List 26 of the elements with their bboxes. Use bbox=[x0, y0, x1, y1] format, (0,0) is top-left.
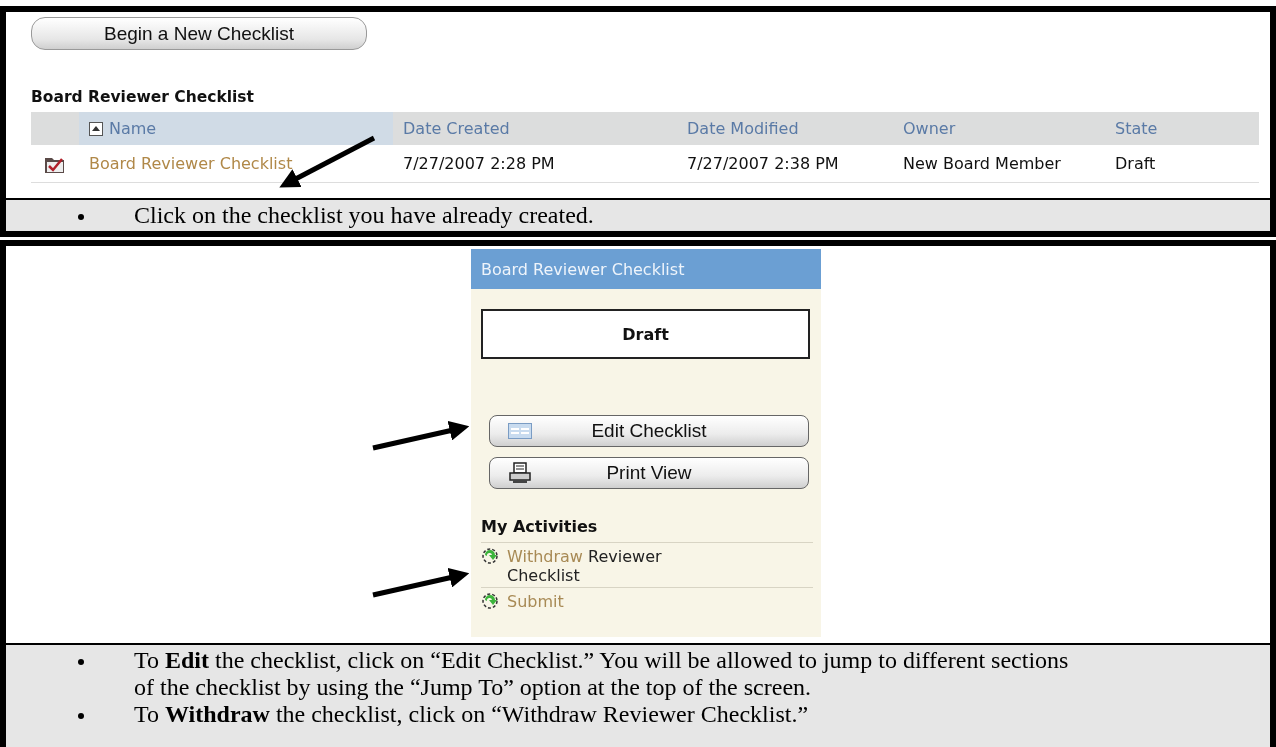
edit-checklist-button[interactable]: Edit Checklist bbox=[489, 415, 809, 447]
table-cell-text: New Board Member bbox=[902, 154, 1062, 173]
table-cell-text: 7/27/2007 2:38 PM bbox=[686, 154, 840, 173]
print-view-button[interactable]: Print View bbox=[489, 457, 809, 489]
instruction-text: Click on the checklist you have already created. bbox=[134, 202, 595, 229]
begin-new-checklist-button[interactable]: Begin a New Checklist bbox=[31, 17, 367, 50]
column-header[interactable]: Date Modified bbox=[677, 112, 893, 145]
activity-link[interactable]: Withdraw bbox=[507, 547, 583, 566]
sort-icon[interactable] bbox=[89, 121, 103, 136]
table-cell-text: 7/27/2007 2:28 PM bbox=[402, 154, 556, 173]
form-icon bbox=[508, 423, 532, 439]
activity-item[interactable]: Withdraw Reviewer Checklist bbox=[507, 547, 707, 585]
instruction-text: To Edit the checklist, click on “Edit Checklist.” You will be allowed to jump to different sections of the checklist by using the “Jump To” option at the top of the screen. bbox=[134, 647, 1070, 701]
table-cell-text: Draft bbox=[1114, 154, 1157, 173]
list-title: Board Reviewer Checklist bbox=[31, 88, 255, 106]
panel-title: Board Reviewer Checklist bbox=[471, 249, 821, 289]
column-header[interactable]: Date Created bbox=[393, 112, 677, 145]
column-header[interactable]: State bbox=[1105, 112, 1259, 145]
printer-icon bbox=[509, 462, 531, 484]
column-header[interactable]: Owner bbox=[893, 112, 1105, 145]
column-header[interactable]: Name bbox=[79, 112, 393, 145]
activity-link[interactable]: Submit bbox=[507, 592, 564, 611]
instruction-text: To Withdraw the checklist, click on “Withdraw Reviewer Checklist.” bbox=[134, 701, 810, 728]
activities-title: My Activities bbox=[481, 517, 599, 536]
state-box: Draft bbox=[481, 309, 810, 359]
checklist-link[interactable]: Board Reviewer Checklist bbox=[79, 154, 393, 173]
